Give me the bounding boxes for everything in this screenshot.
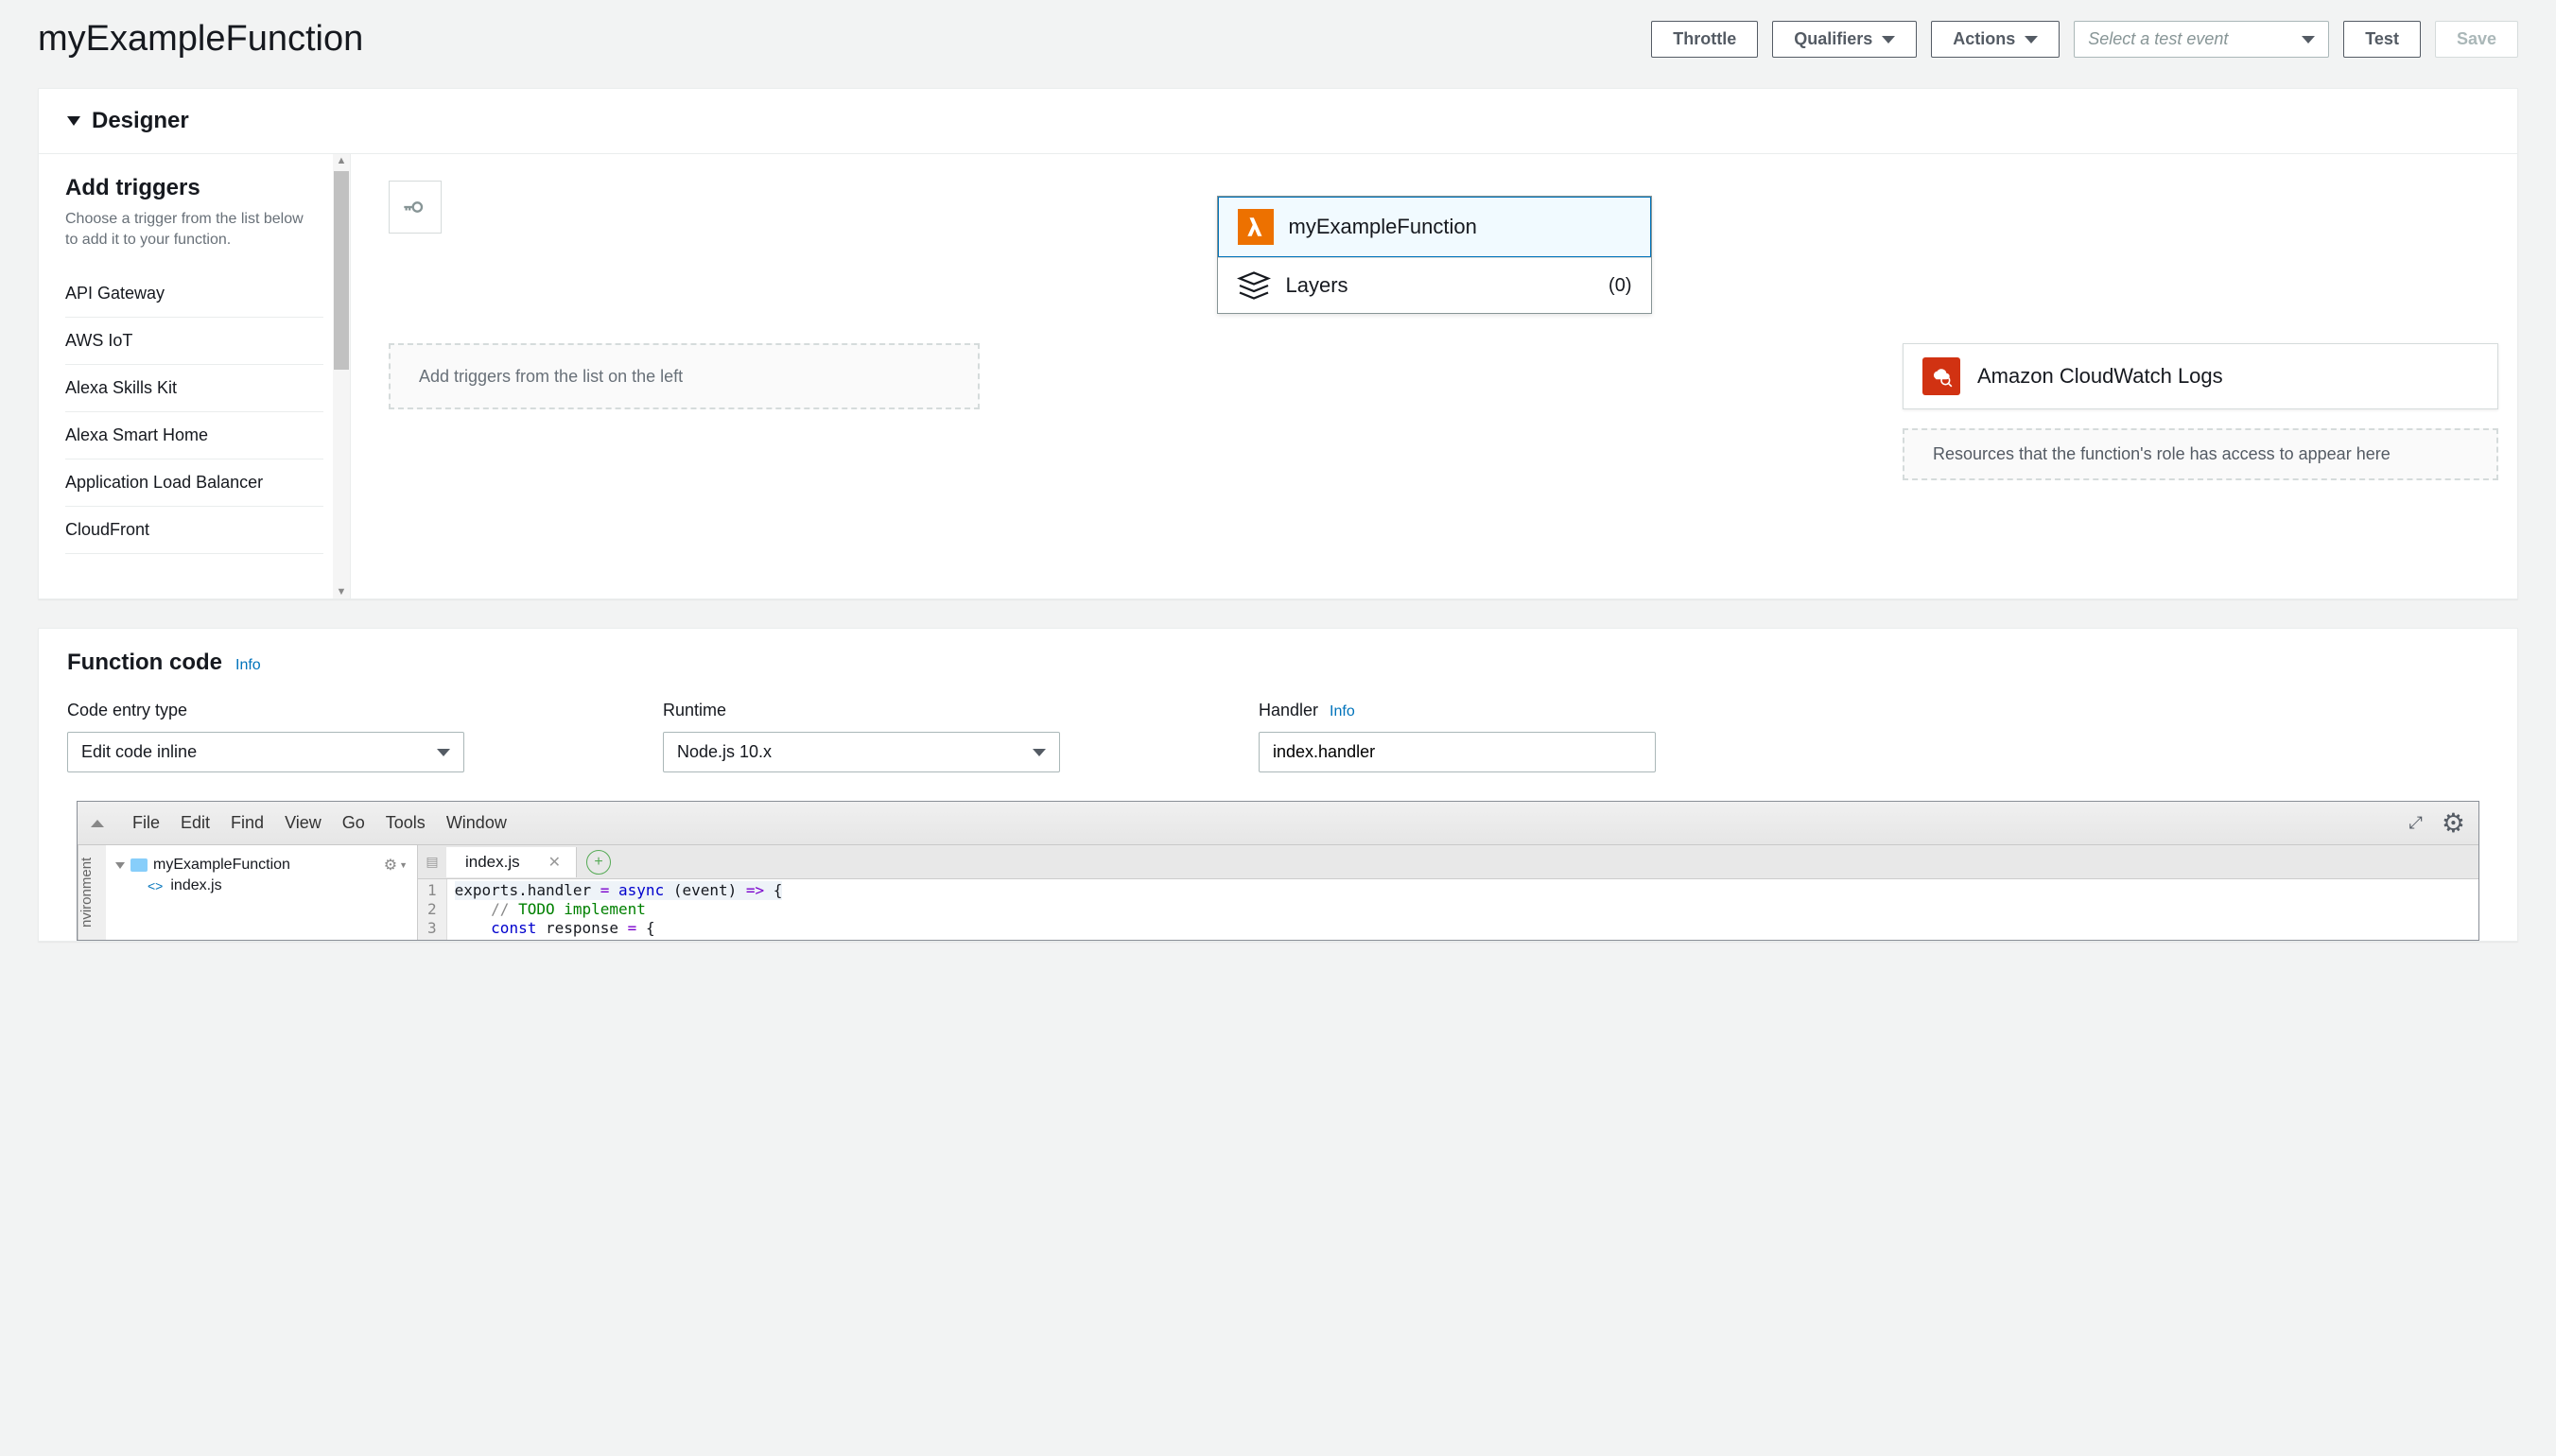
runtime-label: Runtime [663,701,1221,720]
menu-edit[interactable]: Edit [181,813,210,833]
new-tab-button[interactable]: + [586,850,611,875]
editor-tab[interactable]: index.js ✕ [446,847,577,877]
handler-field: Handler Info [1259,701,1817,772]
caret-down-icon [2025,36,2038,43]
code-entry-label: Code entry type [67,701,625,720]
tree-caret-icon [115,862,125,869]
function-code-panel: Function code Info Code entry type Edit … [38,628,2518,942]
designer-canvas: myExampleFunction Layers (0) Add trigger… [351,154,2517,598]
throttle-button[interactable]: Throttle [1651,21,1758,58]
function-node-name: myExampleFunction [1289,215,1477,239]
cloudwatch-icon [1922,357,1960,395]
function-code-header: Function code Info [39,629,2517,701]
close-tab-icon[interactable]: ✕ [548,853,561,872]
caret-down-icon [437,749,450,756]
role-resources-dropzone: Resources that the function's role has a… [1903,428,2498,480]
code-entry-field: Code entry type Edit code inline [67,701,625,772]
code-text[interactable]: exports.handler = async (event) => { // … [447,879,791,940]
key-icon [402,194,428,220]
menu-find[interactable]: Find [231,813,264,833]
designer-header[interactable]: Designer [39,89,2517,154]
handler-input[interactable] [1259,732,1656,772]
folder-icon [130,858,148,872]
trigger-dropzone[interactable]: Add triggers from the list on the left [389,343,980,409]
handler-info-link[interactable]: Info [1330,703,1355,720]
sidebar-scrollbar[interactable]: ▲ ▼ [333,154,350,598]
environment-tab[interactable]: nvironment [78,845,106,940]
trigger-sidebar: Add triggers Choose a trigger from the l… [39,154,351,598]
add-triggers-desc: Choose a trigger from the list below to … [65,209,323,251]
file-tree-item[interactable]: <> index.js [115,877,408,894]
function-node[interactable]: myExampleFunction Layers (0) [1217,196,1652,314]
caret-down-icon [2302,36,2315,43]
save-button[interactable]: Save [2435,21,2518,58]
trigger-application-load-balancer[interactable]: Application Load Balancer [65,459,323,507]
test-button[interactable]: Test [2343,21,2421,58]
collapse-icon [67,116,80,126]
menu-go[interactable]: Go [342,813,365,833]
code-content[interactable]: 123 exports.handler = async (event) => {… [418,879,2478,940]
fullscreen-icon[interactable]: ⤢ [2408,813,2420,833]
runtime-select[interactable]: Node.js 10.x [663,732,1060,772]
actions-button[interactable]: Actions [1931,21,2060,58]
menu-window[interactable]: Window [446,813,507,833]
layers-label: Layers [1286,273,1594,298]
menu-tools[interactable]: Tools [386,813,426,833]
file-tree: myExampleFunction ⚙▼ <> index.js [106,845,418,940]
tab-list-icon[interactable]: ▤ [418,854,446,870]
function-code-title: Function code [67,650,222,676]
layers-row[interactable]: Layers (0) [1218,257,1651,313]
trigger-alexa-skills-kit[interactable]: Alexa Skills Kit [65,365,323,412]
code-editor-ide: File Edit Find View Go Tools Window ⤢ ⚙ … [77,801,2479,941]
trigger-aws-iot[interactable]: AWS IoT [65,318,323,365]
scroll-up-icon[interactable]: ▲ [337,154,347,167]
menu-file[interactable]: File [132,813,160,833]
trigger-alexa-smart-home[interactable]: Alexa Smart Home [65,412,323,459]
function-title: myExampleFunction [38,19,363,60]
js-file-icon: <> [148,878,163,893]
trigger-api-gateway[interactable]: API Gateway [65,270,323,318]
add-triggers-title: Add triggers [65,175,323,201]
settings-gear-icon[interactable]: ⚙ [2442,807,2465,839]
editor-area: ▤ index.js ✕ + 123 exports.handler = asy… [418,845,2478,940]
caret-down-icon [1033,749,1046,756]
designer-title: Designer [92,108,189,134]
qualifiers-button[interactable]: Qualifiers [1772,21,1917,58]
lambda-icon [1238,209,1274,245]
tab-label: index.js [465,853,520,872]
function-header: myExampleFunction Throttle Qualifiers Ac… [38,0,2518,88]
test-event-select[interactable]: Select a test event [2074,21,2329,58]
header-actions: Throttle Qualifiers Actions Select a tes… [1651,21,2518,58]
scroll-down-icon[interactable]: ▼ [337,585,347,598]
trigger-drop-text: Add triggers from the list on the left [419,367,683,387]
cloudwatch-label: Amazon CloudWatch Logs [1977,364,2223,389]
runtime-field: Runtime Node.js 10.x [663,701,1221,772]
permissions-key-button[interactable] [389,181,442,234]
layers-icon [1237,271,1271,300]
function-code-info-link[interactable]: Info [235,657,261,674]
scroll-thumb[interactable] [334,171,349,370]
project-gear-icon[interactable]: ⚙▼ [384,856,408,875]
project-name: myExampleFunction [153,857,290,874]
handler-label: Handler Info [1259,701,1817,720]
code-entry-select[interactable]: Edit code inline [67,732,464,772]
designer-panel: Designer Add triggers Choose a trigger f… [38,88,2518,599]
code-config-row: Code entry type Edit code inline Runtime… [39,701,2517,801]
layers-count: (0) [1608,275,1631,297]
collapse-up-icon[interactable] [91,820,104,827]
caret-down-icon [1882,36,1895,43]
file-name: index.js [170,877,221,894]
function-main-row[interactable]: myExampleFunction [1218,197,1651,257]
editor-tab-strip: ▤ index.js ✕ + [418,845,2478,879]
project-folder-row[interactable]: myExampleFunction ⚙▼ [115,853,408,877]
ide-menubar: File Edit Find View Go Tools Window ⤢ ⚙ [78,802,2478,845]
line-gutter: 123 [418,879,447,940]
cloudwatch-destination[interactable]: Amazon CloudWatch Logs [1903,343,2498,409]
menu-view[interactable]: View [285,813,322,833]
trigger-cloudfront[interactable]: CloudFront [65,507,323,554]
role-drop-text: Resources that the function's role has a… [1933,444,2391,464]
